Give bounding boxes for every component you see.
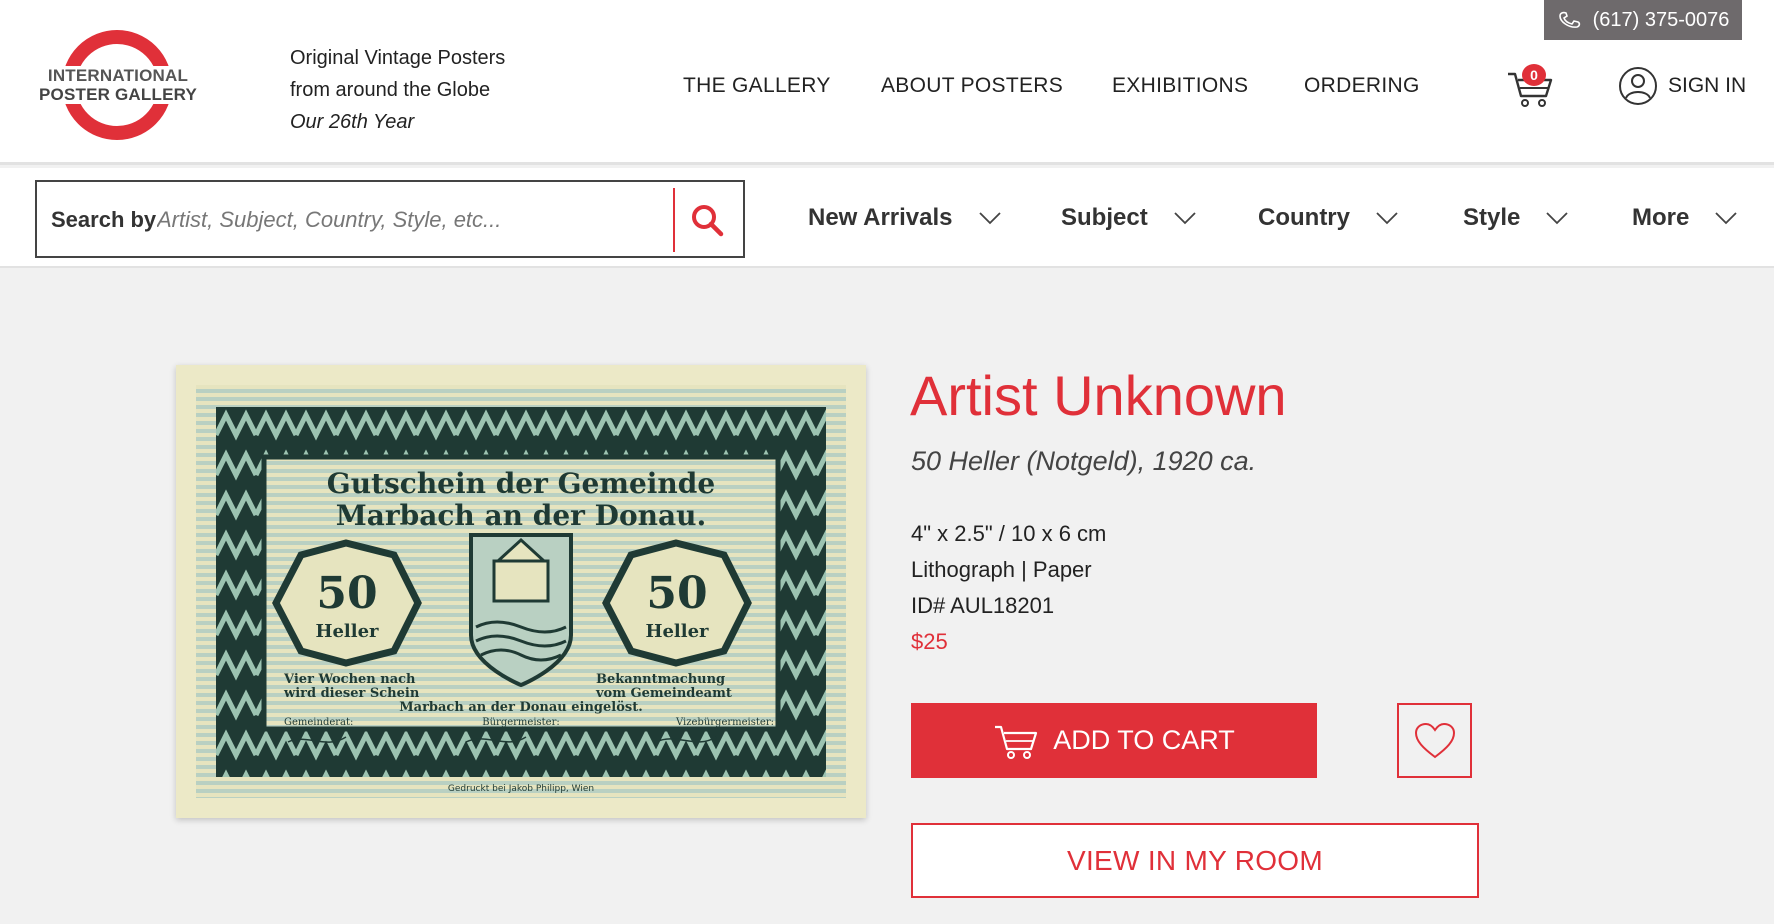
product-artist[interactable]: Artist Unknown [910, 363, 1287, 428]
product-id: ID# AUL18201 [911, 593, 1055, 618]
view-in-my-room-button[interactable]: VIEW IN MY ROOM [911, 823, 1479, 898]
filter-subject[interactable]: Subject [1061, 204, 1196, 232]
note-text-left-1: Vier Wochen nach [283, 672, 416, 687]
chevron-down-icon [1174, 212, 1196, 225]
logo-line-1: INTERNATIONAL [47, 66, 189, 85]
filter-more[interactable]: More [1632, 204, 1737, 232]
filter-country[interactable]: Country [1258, 204, 1398, 232]
search-input[interactable] [157, 200, 697, 240]
heart-icon [1414, 722, 1455, 758]
note-headline-1: Gutschein der Gemeinde [327, 467, 715, 500]
logo-line-2: POSTER GALLERY [38, 85, 198, 104]
filter-new-arrivals[interactable]: New Arrivals [808, 204, 1001, 232]
phone-link[interactable]: (617) 375-0076 [1544, 0, 1742, 40]
phone-icon [1558, 11, 1580, 28]
tagline-line-2: from around the Globe [290, 79, 491, 101]
note-sign-right: Vizebürgermeister: [675, 717, 774, 728]
product-size: 4" x 2.5" / 10 x 6 cm [911, 521, 1107, 546]
banknote-illustration: Gutschein der Gemeinde Marbach an der Do… [176, 365, 866, 818]
search-icon[interactable] [687, 200, 727, 240]
site-header: INTERNATIONAL POSTER GALLERY Original Vi… [0, 0, 1774, 165]
sign-in-label: SIGN IN [1668, 74, 1747, 97]
filter-label: New Arrivals [808, 204, 953, 231]
nav-item-exhibitions[interactable]: EXHIBITIONS [1112, 74, 1248, 98]
search-filter-bar: Search by New Arrivals Subject Country S… [0, 168, 1774, 268]
sign-in-link[interactable]: SIGN IN [1618, 66, 1746, 106]
note-text-center: Marbach an der Donau eingelöst. [399, 700, 642, 715]
nav-item-the-gallery[interactable]: THE GALLERY [683, 74, 831, 98]
product-price: $25 [911, 629, 948, 654]
cart-count-badge: 0 [1522, 64, 1546, 86]
note-printer-line: Gedruckt bei Jakob Philipp, Wien [448, 784, 594, 794]
note-sign-center: Bürgermeister: [482, 717, 560, 728]
note-text-left-2: wird dieser Schein [283, 686, 420, 701]
note-unit-right: Heller [645, 621, 709, 642]
cart-icon [995, 725, 1038, 759]
note-text-right-2: vom Gemeindeamt [595, 686, 732, 701]
product-meta: 4" x 2.5" / 10 x 6 cm Lithograph | Paper… [911, 516, 1106, 660]
tagline-line-1: Original Vintage Posters [290, 47, 506, 69]
filter-label: Country [1258, 204, 1350, 231]
nav-item-ordering[interactable]: ORDERING [1304, 74, 1420, 98]
add-to-cart-label: ADD TO CART [1053, 725, 1235, 755]
search-divider [673, 188, 675, 252]
product-title: 50 Heller (Notgeld), 1920 ca. [911, 446, 1257, 476]
nav-item-about-posters[interactable]: ABOUT POSTERS [881, 74, 1063, 98]
filter-label: Style [1463, 204, 1521, 231]
add-to-cart-button[interactable]: ADD TO CART [911, 703, 1317, 778]
filter-style[interactable]: Style [1463, 204, 1569, 232]
chevron-down-icon [978, 212, 1001, 225]
filter-label: More [1632, 204, 1690, 231]
search-box: Search by [35, 180, 745, 258]
product-medium: Lithograph | Paper [911, 557, 1092, 582]
user-icon [1619, 67, 1657, 105]
phone-number: (617) 375-0076 [1592, 8, 1730, 31]
chevron-down-icon [1376, 212, 1398, 225]
note-headline-2: Marbach an der Donau. [336, 499, 706, 532]
product-image[interactable]: Gutschein der Gemeinde Marbach an der Do… [176, 365, 866, 818]
note-value-left: 50 [316, 568, 377, 619]
chevron-down-icon [1546, 212, 1569, 225]
search-label: Search by [51, 207, 157, 232]
site-logo[interactable]: INTERNATIONAL POSTER GALLERY [30, 30, 205, 142]
tagline-line-3: Our 26th Year [290, 111, 415, 133]
note-text-right-1: Bekanntmachung [596, 672, 725, 687]
wishlist-button[interactable] [1397, 703, 1472, 778]
note-sign-left: Gemeinderat: [284, 717, 353, 728]
note-unit-left: Heller [315, 621, 379, 642]
chevron-down-icon [1715, 212, 1737, 225]
site-tagline: Original Vintage Posters from around the… [290, 42, 505, 138]
filter-label: Subject [1061, 204, 1148, 231]
note-value-right: 50 [646, 568, 707, 619]
